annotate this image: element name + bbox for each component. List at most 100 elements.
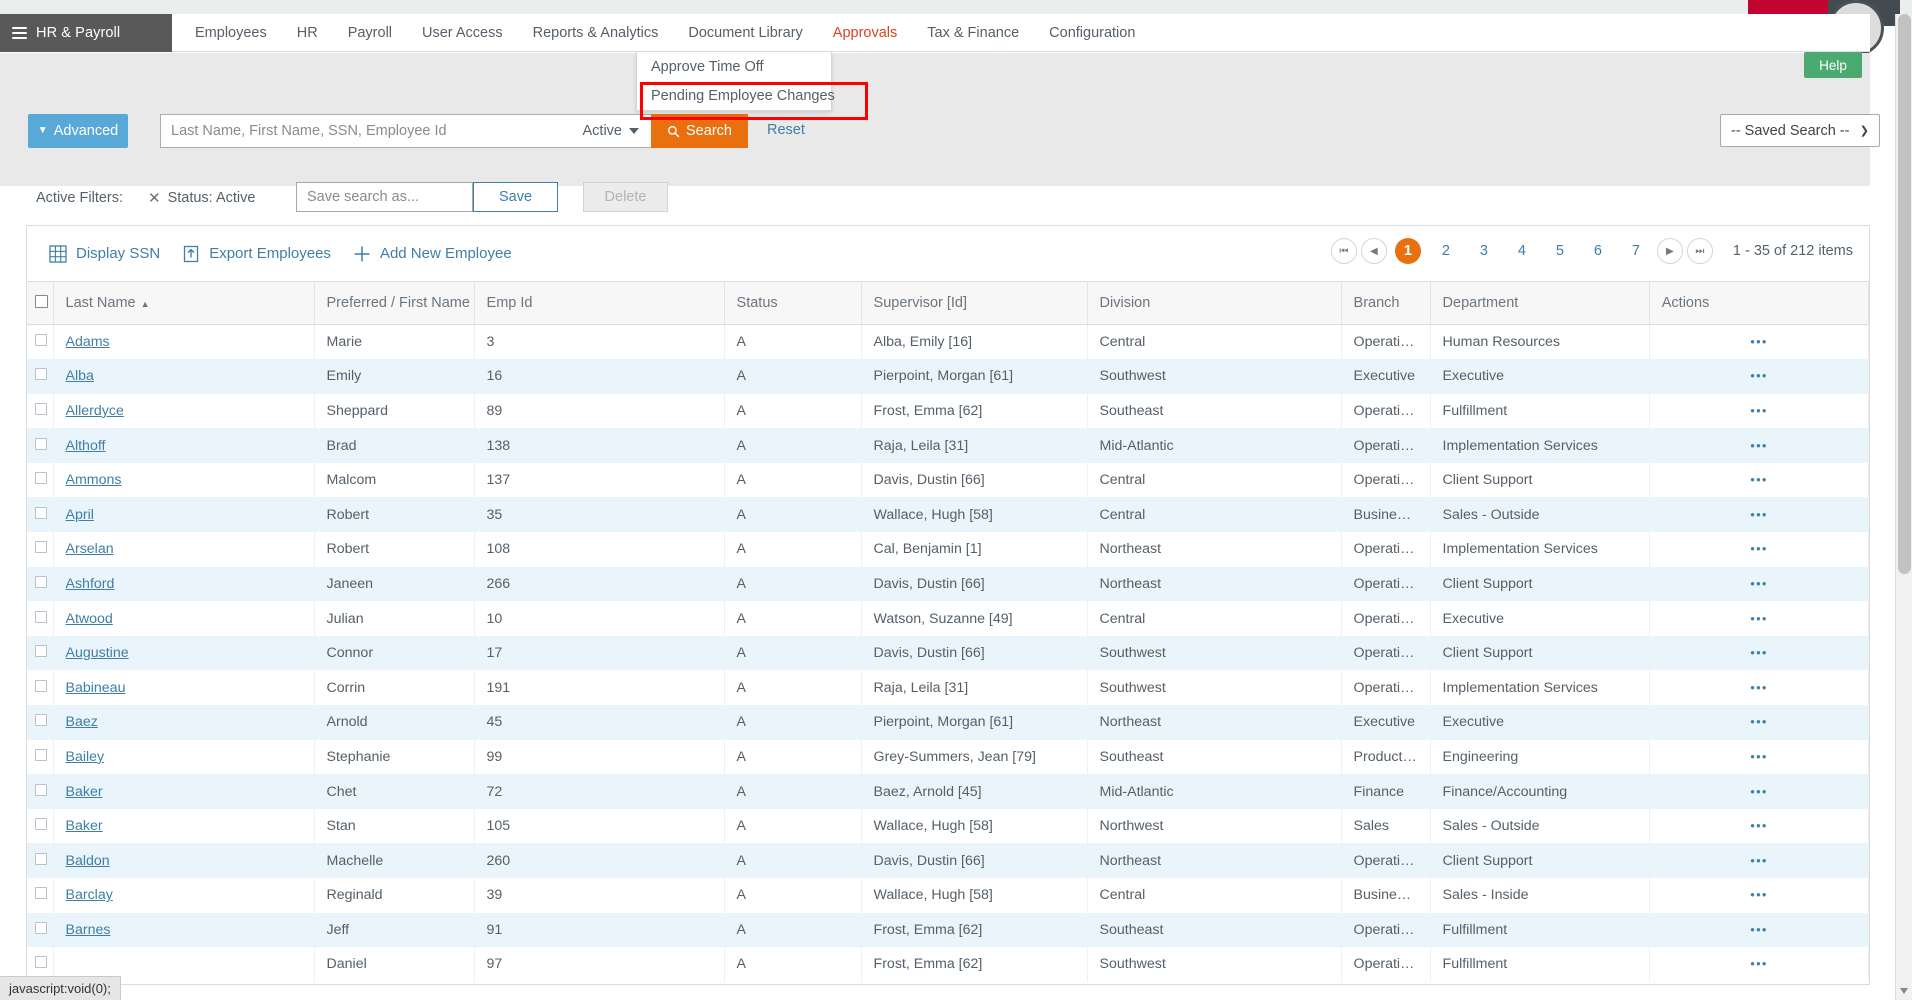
table-row[interactable]: Baker Stan 105 A Wallace, Hugh [58] Northwest… [27,808,1870,844]
employee-link[interactable]: Ashford [66,576,115,592]
table-row[interactable]: Arselan Robert 108 A Cal, Benjamin [1] Northe… [27,532,1870,567]
row-actions-menu-icon[interactable]: ●●● [1662,960,1856,968]
employee-link[interactable]: Allerdyce [66,403,124,419]
vertical-scrollbar[interactable] [1895,14,1912,1000]
brand[interactable]: HR & Payroll [0,14,172,52]
row-checkbox[interactable] [35,402,47,415]
row-actions-menu-icon[interactable]: ●●● [1662,406,1856,415]
nav-item-employees[interactable]: Employees [180,14,282,52]
table-row[interactable]: Baez Arnold 45 A Pierpoint, Morgan [61] North… [27,705,1870,740]
page-prev-button[interactable]: ◀ [1360,238,1387,264]
row-checkbox[interactable] [35,437,47,450]
page-last-button[interactable]: ⏭ [1686,238,1713,264]
employee-link[interactable]: Alba [66,368,94,384]
row-actions-menu-icon[interactable]: ●●● [1662,822,1856,830]
employee-link[interactable]: Bailey [66,749,105,765]
row-checkbox[interactable] [35,645,47,658]
row-actions-menu-icon[interactable]: ●●● [1662,891,1856,899]
row-actions-menu-icon[interactable]: ●●● [1662,614,1856,623]
column-header-last-name[interactable]: Last Name ▲ [53,281,315,325]
row-actions-menu-icon[interactable]: ●●● [1662,683,1856,692]
employee-link[interactable]: Babineau [66,680,126,696]
scrollbar-thumb[interactable] [1898,14,1911,574]
column-header-branch[interactable]: Branch [1341,281,1431,325]
row-checkbox[interactable] [35,852,47,865]
page-button-4[interactable]: 4 [1509,238,1535,264]
row-actions-menu-icon[interactable]: ●●● [1662,510,1856,519]
table-row[interactable]: Atwood Julian 10 A Watson, Suzanne [49] Centr… [27,601,1870,636]
employee-link[interactable]: Baldon [66,853,110,869]
row-actions-menu-icon[interactable]: ●●● [1662,372,1856,380]
page-button-7[interactable]: 7 [1623,238,1649,264]
page-button-1[interactable]: 1 [1394,238,1421,264]
page-next-button[interactable]: ▶ [1656,238,1683,264]
row-checkbox[interactable] [35,334,47,347]
page-button-6[interactable]: 6 [1585,238,1611,264]
advanced-toggle-button[interactable]: ▼ Advanced [28,114,128,148]
status-filter-select[interactable]: Active [583,123,652,139]
menu-item-pending-employee-changes[interactable]: Pending Employee Changes [637,81,835,110]
table-row[interactable]: Ashford Janeen 266 A Davis, Dustin [66] North… [27,566,1870,602]
nav-item-payroll[interactable]: Payroll [333,14,407,52]
column-header-first-name[interactable]: Preferred / First Name [314,281,475,325]
table-row[interactable]: Ammons Malcom 137 A Davis, Dustin [66] Centra… [27,462,1870,498]
row-actions-menu-icon[interactable]: ●●● [1662,856,1856,865]
search-button[interactable]: Search [651,114,748,148]
table-row[interactable]: Baker Chet 72 A Baez, Arnold [45] Mid-Atlanti… [27,774,1870,809]
employee-link[interactable]: Baker [66,818,103,834]
nav-item-reports-analytics[interactable]: Reports & Analytics [518,14,674,52]
employee-link[interactable]: Barclay [66,887,113,903]
employee-link[interactable]: Baker [66,784,103,800]
row-actions-menu-icon[interactable]: ●●● [1662,752,1856,761]
scroll-down-arrow-icon[interactable] [1900,988,1908,994]
row-checkbox[interactable] [35,818,47,831]
table-row[interactable]: Augustine Connor 17 A Davis, Dustin [66] Sout… [27,635,1870,671]
row-checkbox[interactable] [35,783,47,796]
row-checkbox[interactable] [35,506,47,519]
nav-item-tax-finance[interactable]: Tax & Finance [912,14,1034,52]
employee-link[interactable]: Ammons [66,472,122,488]
table-row[interactable]: Baldon Machelle 260 A Davis, Dustin [66] Nort… [27,843,1870,878]
nav-item-document-library[interactable]: Document Library [673,14,817,52]
row-checkbox[interactable] [35,956,47,969]
reset-link[interactable]: Reset [767,122,805,138]
table-row[interactable]: Babineau Corrin 191 A Raja, Leila [31] Southw… [27,670,1870,706]
table-row[interactable]: April Robert 35 A Wallace, Hugh [58] Central B… [27,497,1870,533]
menu-item-approve-time-off[interactable]: Approve Time Off [637,52,831,81]
table-row[interactable]: Bailey Stephanie 99 A Grey-Summers, Jean [79… [27,739,1870,775]
nav-item-approvals[interactable]: Approvals [818,14,912,52]
row-checkbox[interactable] [35,541,47,554]
save-button[interactable]: Save [473,182,558,212]
row-checkbox[interactable] [35,368,47,381]
employee-link[interactable]: Barnes [66,922,111,938]
column-header-status[interactable]: Status [724,281,862,325]
add-new-employee-button[interactable]: Add New Employee [353,245,512,263]
save-search-input[interactable] [296,182,473,212]
nav-item-configuration[interactable]: Configuration [1034,14,1150,52]
table-row[interactable]: Barnes Jeff 91 A Frost, Emma [62] Southeast Op… [27,912,1870,948]
employee-link[interactable]: Augustine [66,645,129,661]
display-ssn-button[interactable]: Display SSN [49,244,160,263]
close-icon[interactable]: ✕ [148,191,161,206]
hamburger-icon[interactable] [12,24,27,42]
table-row[interactable]: Althoff Brad 138 A Raja, Leila [31] Mid-Atlan… [27,428,1870,463]
table-row[interactable]: Barclay Reginald 39 A Wallace, Hugh [58] Cent… [27,878,1870,913]
employee-link[interactable]: Althoff [66,438,106,454]
select-all-checkbox[interactable] [35,294,48,308]
nav-item-hr[interactable]: HR [282,14,333,52]
row-actions-menu-icon[interactable]: ●●● [1662,476,1856,484]
table-row[interactable]: Allerdyce Sheppard 89 A Frost, Emma [62] Sout… [27,393,1870,429]
employee-link[interactable]: Adams [66,334,110,350]
column-header-emp-id[interactable]: Emp Id [474,281,725,325]
employee-link[interactable]: Baez [66,714,98,730]
row-actions-menu-icon[interactable]: ●●● [1662,649,1856,657]
row-checkbox[interactable] [35,714,47,727]
page-button-5[interactable]: 5 [1547,238,1573,264]
search-input[interactable] [161,116,583,146]
employee-link[interactable]: Arselan [66,541,114,557]
table-row[interactable]: Daniel 97 A Frost, Emma [62] Southwest Operat… [27,947,1870,982]
row-actions-menu-icon[interactable]: ●●● [1662,338,1856,346]
row-checkbox[interactable] [35,679,47,692]
column-header-division[interactable]: Division [1087,281,1342,325]
row-actions-menu-icon[interactable]: ●●● [1662,925,1856,934]
